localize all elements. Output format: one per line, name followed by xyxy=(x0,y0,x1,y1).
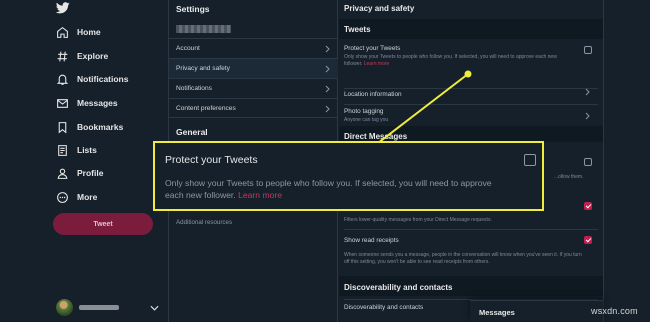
nav-label: More xyxy=(77,192,98,202)
nav-label: Messages xyxy=(77,98,118,108)
protect-tweets-title: Protect your Tweets xyxy=(344,45,401,52)
right-gutter xyxy=(603,0,650,322)
tweets-header: Tweets xyxy=(344,25,371,34)
redacted-username xyxy=(79,304,119,310)
nav-label: Explore xyxy=(77,51,109,61)
settings-item-label: Privacy and safety xyxy=(176,65,230,72)
hashtag-icon xyxy=(57,51,68,61)
watermark: wsxdn.com xyxy=(591,306,638,316)
nav-profile[interactable]: Profile xyxy=(56,165,103,181)
nav-label: Notifications xyxy=(77,74,129,84)
chevron-right-icon xyxy=(325,85,330,93)
learn-more-link[interactable]: Learn more xyxy=(364,61,390,67)
redacted-handle xyxy=(176,25,231,33)
location-row[interactable]: Location information xyxy=(344,88,598,98)
protect-tweets-row[interactable]: Protect your Tweets Only show your Tweet… xyxy=(344,45,598,68)
callout-title: Protect your Tweets xyxy=(165,154,258,166)
protect-tweets-checkbox[interactable] xyxy=(584,46,592,54)
photo-tagging-title: Photo tagging xyxy=(344,108,384,115)
settings-item-label: Content preferences xyxy=(176,104,236,112)
settings-item-notifications[interactable]: Notifications xyxy=(169,78,338,98)
tweet-button[interactable]: Tweet xyxy=(53,213,153,235)
nav-lists[interactable]: Lists xyxy=(56,142,97,158)
general-title: General xyxy=(176,127,208,137)
chevron-right-icon xyxy=(585,112,590,120)
chevron-right-icon xyxy=(325,65,330,73)
messages-drawer-label: Messages xyxy=(479,308,515,317)
photo-tagging-row[interactable]: Photo tagging Anyone can tag you xyxy=(344,104,598,124)
settings-item-label: Notifications xyxy=(176,85,212,92)
protect-tweets-callout: Protect your Tweets Only show your Tweet… xyxy=(153,141,544,211)
settings-item-label: Account xyxy=(176,45,200,52)
home-icon xyxy=(57,26,68,38)
nav-label: Profile xyxy=(77,168,104,178)
chevron-right-icon xyxy=(325,105,330,113)
protect-tweets-desc: Only show your Tweets to people who foll… xyxy=(344,54,576,68)
read-receipts-desc: When someone sends you a message, people… xyxy=(344,252,582,265)
filter-checkbox[interactable] xyxy=(584,202,592,210)
chevron-right-icon xyxy=(325,45,330,53)
dm-partial-desc: ...ollow them. xyxy=(554,174,584,180)
read-receipts-row[interactable]: Show read receipts When someone sends yo… xyxy=(344,229,598,266)
avatar xyxy=(56,298,73,316)
nav-label: Lists xyxy=(77,145,97,155)
nav-label: Home xyxy=(77,27,101,37)
tweets-section-band xyxy=(339,19,603,39)
dm-allow-checkbox[interactable] xyxy=(584,158,592,166)
person-icon xyxy=(57,168,68,179)
read-receipts-title: Show read receipts xyxy=(344,237,399,244)
chevron-down-icon[interactable] xyxy=(150,305,159,311)
nav-notifications[interactable]: Notifications xyxy=(56,71,128,87)
settings-item-account[interactable]: Account xyxy=(169,38,338,58)
more-icon xyxy=(57,191,68,203)
envelope-icon xyxy=(57,98,68,108)
callout-desc-text: Only show your Tweets to people who foll… xyxy=(165,178,492,201)
chevron-right-icon xyxy=(585,88,590,96)
bell-icon xyxy=(56,74,69,85)
settings-item-additional-resources[interactable]: Additional resources xyxy=(176,219,232,226)
privacy-title: Privacy and safety xyxy=(344,4,415,13)
account-switcher[interactable] xyxy=(56,297,119,317)
messages-drawer[interactable]: Messages xyxy=(470,300,603,322)
callout-desc: Only show your Tweets to people who foll… xyxy=(165,177,510,202)
bookmark-icon xyxy=(58,121,67,134)
settings-title: Settings xyxy=(176,4,210,14)
dm-header: Direct Messages xyxy=(344,132,408,141)
discover-header: Discoverability and contacts xyxy=(344,283,453,292)
nav-label: Bookmarks xyxy=(77,122,124,132)
nav-messages[interactable]: Messages xyxy=(56,95,118,111)
location-title: Location information xyxy=(344,91,402,98)
photo-tagging-desc: Anyone can tag you xyxy=(344,117,389,123)
callout-checkbox[interactable] xyxy=(524,154,536,166)
twitter-logo-icon[interactable] xyxy=(56,2,70,14)
nav-more[interactable]: More xyxy=(56,189,97,205)
settings-item-privacy[interactable]: Privacy and safety xyxy=(169,58,338,78)
filter-desc: Filters lower-quality messages from your… xyxy=(344,217,492,223)
nav-home[interactable]: Home xyxy=(56,24,101,40)
list-icon xyxy=(58,144,67,156)
nav-bookmarks[interactable]: Bookmarks xyxy=(56,119,123,135)
nav-explore[interactable]: Explore xyxy=(56,48,108,64)
callout-learn-more-link[interactable]: Learn more xyxy=(238,190,282,200)
settings-item-content-preferences[interactable]: Content preferences xyxy=(169,98,338,118)
left-nav: Home Explore Notifications Messages Book… xyxy=(0,0,168,322)
read-receipts-checkbox[interactable] xyxy=(584,236,592,244)
